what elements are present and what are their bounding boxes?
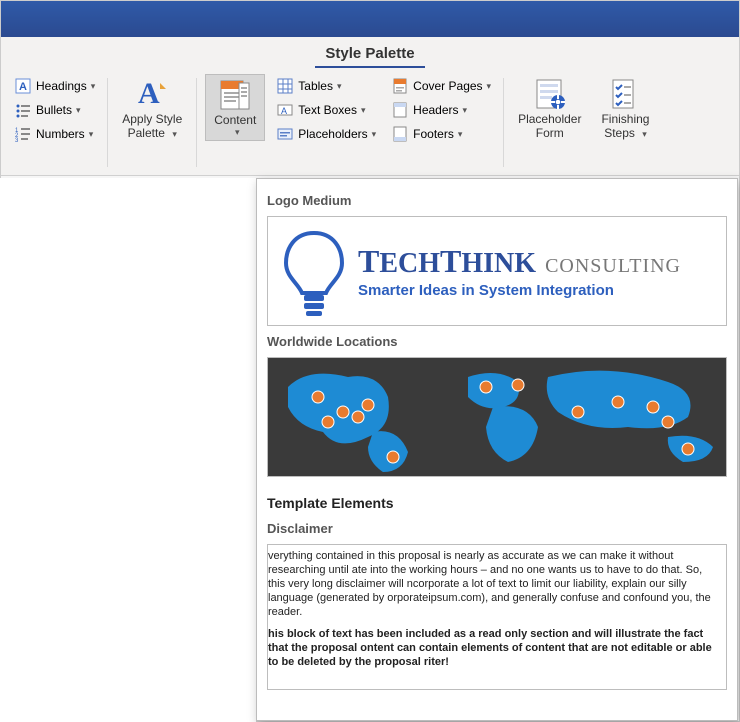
coverpages-label: Cover Pages: [413, 79, 482, 93]
group-finishing: Finishing Steps ▾: [591, 72, 659, 173]
tab-style-palette[interactable]: Style Palette: [315, 39, 424, 68]
footers-label: Footers: [413, 127, 454, 141]
chevron-down-icon: ▾: [91, 81, 96, 92]
chevron-down-icon: ▾: [361, 105, 366, 116]
finishing-label-2: Steps: [604, 126, 635, 140]
form-icon: [534, 78, 566, 110]
placeholder-form-label-1: Placeholder: [518, 112, 581, 126]
gallery-heading-disclaimer: Disclaimer: [257, 517, 737, 542]
numbers-label: Numbers: [36, 127, 85, 141]
gallery-section-template-elements: Template Elements: [257, 481, 737, 517]
headings-icon: A: [15, 78, 31, 94]
content-gallery: Logo Medium TECHTHINK CONSULTING Smarter…: [256, 178, 738, 721]
group-apply-palette: A Apply Style Palette ▾: [112, 72, 192, 173]
world-map-icon: [268, 357, 726, 477]
gallery-item-logo[interactable]: TECHTHINK CONSULTING Smarter Ideas in Sy…: [267, 216, 727, 326]
chevron-down-icon: ▾: [458, 129, 463, 140]
placeholders-dropdown[interactable]: Placeholders ▾: [273, 122, 380, 146]
bullets-icon: [15, 102, 31, 118]
group-styles: A Headings ▾ Bullets ▾ 123 Numbers ▾: [7, 72, 103, 173]
chevron-down-icon: ▾: [463, 105, 468, 116]
chevron-down-icon: ▾: [487, 81, 492, 92]
chevron-down-icon: ▾: [337, 81, 342, 92]
gallery-heading-logo: Logo Medium: [257, 189, 737, 214]
chevron-down-icon: ▾: [172, 129, 177, 139]
placeholder-form-label-2: Form: [536, 126, 564, 140]
footer-icon: [392, 126, 408, 142]
placeholder-icon: [277, 126, 293, 142]
logo-brand-main: TECHTHINK: [358, 248, 536, 279]
numbers-dropdown[interactable]: 123 Numbers ▾: [11, 122, 99, 146]
group-content: Content ▾: [201, 72, 269, 173]
chevron-down-icon: ▾: [372, 129, 377, 140]
tables-label: Tables: [298, 79, 333, 93]
coverpages-dropdown[interactable]: Cover Pages ▾: [388, 74, 495, 98]
apply-label-1: Apply Style: [122, 112, 182, 126]
lightbulb-icon: [274, 221, 354, 321]
disclaimer-paragraph-2: his block of text has been included as a…: [268, 627, 720, 669]
svg-text:A: A: [281, 106, 287, 116]
content-label: Content: [214, 113, 256, 127]
chevron-down-icon: ▾: [642, 129, 647, 139]
numbers-icon: 123: [15, 126, 31, 142]
logo-tagline: Smarter Ideas in System Integration: [358, 282, 681, 299]
finishing-steps-dropdown[interactable]: Finishing Steps ▾: [595, 74, 655, 143]
chevron-down-icon: ▾: [76, 105, 81, 116]
chevron-down-icon: ▾: [89, 129, 94, 140]
chevron-down-icon: ▾: [235, 127, 240, 138]
textboxes-dropdown[interactable]: A Text Boxes ▾: [273, 98, 380, 122]
document-area: [0, 178, 256, 722]
disclaimer-paragraph-1: verything contained in this proposal is …: [268, 549, 720, 619]
textbox-icon: A: [277, 102, 293, 118]
headings-label: Headings: [36, 79, 87, 93]
cover-page-icon: [392, 78, 408, 94]
gallery-item-map[interactable]: [267, 357, 727, 477]
group-insert: Tables ▾ A Text Boxes ▾ Placeholders ▾: [269, 72, 499, 173]
apply-label-2: Palette: [128, 126, 165, 140]
gallery-heading-locations: Worldwide Locations: [257, 330, 737, 355]
content-dropdown[interactable]: Content ▾: [205, 74, 265, 141]
bullets-label: Bullets: [36, 103, 72, 117]
group-placeholder-form: Placeholder Form: [508, 72, 591, 173]
style-icon: A: [136, 78, 168, 110]
headers-label: Headers: [413, 103, 458, 117]
svg-text:A: A: [19, 81, 27, 93]
content-icon: [219, 79, 251, 111]
svg-text:3: 3: [15, 138, 19, 142]
finishing-label-1: Finishing: [601, 112, 649, 126]
textboxes-label: Text Boxes: [298, 103, 357, 117]
ribbon-tabs: Style Palette: [1, 37, 739, 68]
table-icon: [277, 78, 293, 94]
placeholders-label: Placeholders: [298, 127, 367, 141]
app-titlebar: [1, 1, 739, 37]
ribbon: A Headings ▾ Bullets ▾ 123 Numbers ▾ A A: [1, 68, 739, 176]
apply-style-palette-button[interactable]: A Apply Style Palette ▾: [116, 74, 188, 143]
headings-dropdown[interactable]: A Headings ▾: [11, 74, 99, 98]
logo-brand-sub: CONSULTING: [545, 255, 681, 277]
header-icon: [392, 102, 408, 118]
tables-dropdown[interactable]: Tables ▾: [273, 74, 380, 98]
gallery-item-disclaimer[interactable]: verything contained in this proposal is …: [267, 544, 727, 690]
bullets-dropdown[interactable]: Bullets ▾: [11, 98, 99, 122]
svg-text:A: A: [138, 77, 160, 110]
checklist-icon: [609, 78, 641, 110]
footers-dropdown[interactable]: Footers ▾: [388, 122, 495, 146]
headers-dropdown[interactable]: Headers ▾: [388, 98, 495, 122]
placeholder-form-button[interactable]: Placeholder Form: [512, 74, 587, 142]
